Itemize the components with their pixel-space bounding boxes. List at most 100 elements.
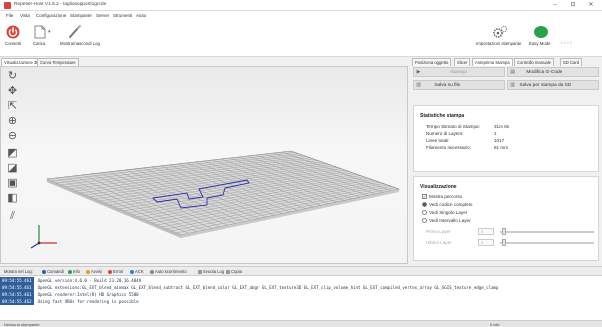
- tab-sd-card[interactable]: SD Card: [560, 58, 583, 66]
- error-icon: [108, 269, 112, 274]
- load-label: Carica: [33, 41, 46, 46]
- view-iso-icon[interactable]: ◩: [5, 147, 20, 160]
- minimize-button[interactable]: –: [548, 1, 562, 10]
- printer-settings-button[interactable]: Impostazioni stampante: [476, 23, 524, 49]
- select-icon[interactable]: ⇱: [5, 100, 20, 113]
- last-layer-label: Ultimo Layer: [426, 240, 452, 245]
- ack-icon: [130, 269, 134, 274]
- show-all-radio[interactable]: Vedi codice completo: [422, 202, 472, 207]
- est-time-label: Tempo Stimato di Stampa:: [426, 124, 480, 129]
- log-line: 09:54:55.462 Using fast VBOs for renderin…: [0, 298, 139, 305]
- edit-gcode-label: Modifica G-Code: [526, 70, 563, 75]
- single-layer-radio[interactable]: Vedi Singolo Layer: [422, 210, 467, 215]
- menu-printer[interactable]: Stampante: [70, 13, 92, 18]
- view-top-icon[interactable]: ▣: [5, 177, 20, 190]
- power-icon: [6, 25, 20, 39]
- connect-label: Connetti: [5, 41, 22, 46]
- visualization-title: Visualizzazione: [420, 184, 457, 190]
- move-icon[interactable]: ✥: [5, 85, 20, 98]
- edit-gcode-button[interactable]: ▤ Modifica G-Code: [507, 67, 599, 77]
- axis-gizmo: [30, 225, 57, 249]
- log-ack-toggle[interactable]: ACK: [130, 269, 144, 274]
- play-icon: ▶: [416, 70, 421, 75]
- menu-server[interactable]: Server: [96, 13, 109, 18]
- log-filter-label: Mostra nel Log:: [4, 269, 33, 274]
- temp-readout: 1 2 0 0: [560, 40, 573, 45]
- visualization-group: Visualizzazione ✓ Mostra percorso Vedi c…: [413, 176, 599, 261]
- log-info-toggle[interactable]: Info: [68, 269, 80, 274]
- first-layer-label: Primo Layer: [426, 229, 451, 234]
- printer-settings-label: Impostazioni stampante: [476, 41, 522, 46]
- load-button[interactable]: ▾ Carica: [30, 23, 51, 49]
- log-line: 09:54:55.461 OpenGL extensions:GL_EXT_ble…: [0, 284, 499, 291]
- tab-manual-control[interactable]: Controllo manuale: [514, 58, 554, 66]
- log-area[interactable]: 09:54:55.461 OpenGL version:4.6.0 - Build…: [0, 275, 602, 320]
- rotate-icon[interactable]: ↻: [5, 70, 20, 83]
- easy-mode-button[interactable]: Easy Mode: [528, 23, 556, 49]
- menu-tools[interactable]: Strumenti: [113, 13, 132, 18]
- maximize-button[interactable]: ⊡: [566, 1, 580, 10]
- toolbar: Connetti ▾ Carica Mostra/nascondi Log Im…: [0, 20, 602, 57]
- toggle-log-button[interactable]: Mostra/nascondi Log: [60, 23, 110, 49]
- menu-config[interactable]: Configurazione: [36, 13, 66, 18]
- view-side-icon[interactable]: ◧: [5, 192, 20, 205]
- layer-count-label: Numero di Layers:: [426, 131, 464, 136]
- est-time-value: 31m 8s: [494, 124, 510, 129]
- first-layer-slider[interactable]: [500, 231, 594, 233]
- log-errors-toggle[interactable]: Errori: [108, 269, 123, 274]
- easy-mode-label: Easy Mode: [529, 41, 551, 46]
- save-file-label: Salva su file: [434, 83, 461, 88]
- last-layer-slider[interactable]: [500, 242, 594, 244]
- log-commands-toggle[interactable]: Comandi: [42, 269, 64, 274]
- clear-icon: [198, 269, 202, 274]
- first-layer-spinner[interactable]: 0: [478, 228, 494, 235]
- commands-icon: [42, 269, 46, 274]
- app-icon: [4, 2, 11, 9]
- show-path-label: Mostra percorso: [429, 194, 463, 199]
- close-button[interactable]: ✕: [584, 1, 598, 10]
- save-sd-button[interactable]: ▥ Salva per stampa da SD: [507, 80, 599, 90]
- status-bar: Nessuna stampante 0 idle: [0, 320, 602, 327]
- last-layer-slider-handle[interactable]: [502, 239, 506, 246]
- radio-icon: [422, 210, 427, 215]
- print-stats-group: Statistiche stampa Tempo Stimato di Stam…: [413, 105, 599, 172]
- layer-range-radio[interactable]: Vedi Intervallo Layer: [422, 218, 471, 223]
- parallel-view-icon[interactable]: ⫽: [5, 210, 20, 223]
- log-warnings-toggle[interactable]: Avvisi: [86, 269, 102, 274]
- view-front-icon[interactable]: ◪: [5, 162, 20, 175]
- log-line: 09:54:55.461 OpenGL version:4.6.0 - Build…: [0, 277, 142, 284]
- brush-icon: [69, 25, 81, 38]
- menu-bar: File Vista Configurazione Stampante Serv…: [0, 11, 602, 20]
- log-copy-button[interactable]: Copia: [226, 269, 242, 274]
- print-label: Stampa: [450, 70, 467, 75]
- tab-print-preview[interactable]: Anteprima Stampa: [472, 58, 513, 66]
- print-button[interactable]: ▶ Stampa: [413, 67, 505, 77]
- menu-file[interactable]: File: [6, 13, 13, 18]
- tab-place-object[interactable]: Posiziona oggetto: [412, 58, 452, 66]
- radio-selected-icon: [422, 202, 427, 207]
- connection-status: Nessuna stampante: [4, 322, 40, 327]
- toggle-log-label: Mostra/nascondi Log: [60, 41, 100, 46]
- tab-slicer[interactable]: Slicer: [454, 58, 471, 66]
- tab-temperature-curve[interactable]: Curva Temperature: [37, 58, 79, 66]
- menu-view[interactable]: Vista: [20, 13, 30, 18]
- last-layer-spinner[interactable]: 0: [478, 239, 494, 246]
- 3d-viewport[interactable]: ↻ ✥ ⇱ ⊕ ⊖ ◩ ◪ ▣ ◧ ⫽: [0, 66, 408, 264]
- layer-range-label: Vedi Intervallo Layer: [429, 218, 471, 223]
- log-autoscroll-toggle[interactable]: Auto scorrimento: [150, 269, 187, 274]
- filament-label: Filamento necessario:: [426, 145, 471, 150]
- menu-help[interactable]: Aiuto: [136, 13, 146, 18]
- connect-button[interactable]: Connetti: [5, 23, 23, 49]
- first-layer-slider-handle[interactable]: [502, 228, 506, 235]
- autoscroll-icon: [150, 269, 154, 274]
- save-file-button[interactable]: ▥ Salva su file: [413, 80, 505, 90]
- show-path-checkbox[interactable]: ✓ Mostra percorso: [422, 194, 462, 199]
- log-clear-button[interactable]: Svuota Log: [198, 269, 224, 274]
- zoom-out-icon[interactable]: ⊖: [5, 130, 20, 143]
- save-sd-label: Salva per stampa da SD: [519, 83, 572, 88]
- gears-icon: [493, 25, 508, 38]
- zoom-in-icon[interactable]: ⊕: [5, 115, 20, 128]
- printer-state: 0 idle: [490, 322, 500, 327]
- right-panel: Posiziona oggetto Slicer Anteprima Stamp…: [410, 57, 602, 264]
- total-lines-label: Linee totali:: [426, 138, 450, 143]
